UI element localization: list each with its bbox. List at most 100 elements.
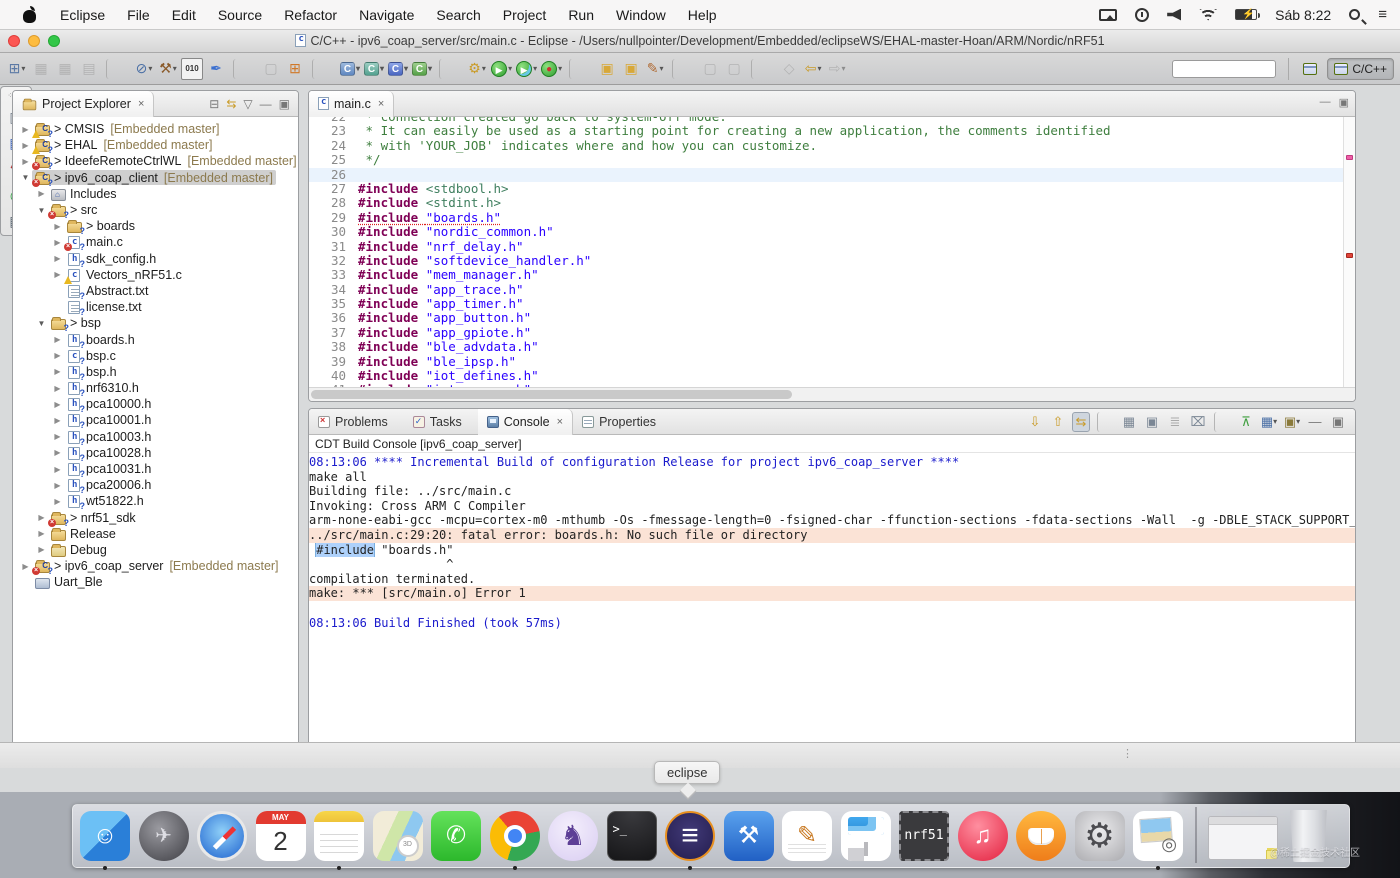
previous-annotation[interactable]: ▢ — [723, 58, 745, 80]
maximize-view[interactable]: ▣ — [1329, 412, 1347, 432]
textedit[interactable]: ✎ — [781, 810, 833, 862]
quick-access-input[interactable] — [1172, 59, 1277, 78]
menu-item[interactable]: Help — [677, 7, 728, 23]
notes[interactable] — [313, 810, 365, 870]
annotate[interactable]: ✎ — [644, 58, 666, 80]
menubar-clock[interactable]: Sáb 8:22 — [1275, 7, 1331, 23]
apple-menu-icon[interactable] — [22, 5, 37, 23]
notification-center-icon[interactable]: ≡ — [1378, 6, 1387, 23]
code-line[interactable]: 29 #include "boards.h" — [309, 210, 1355, 225]
menu-item[interactable]: Source — [207, 7, 273, 23]
splitter-grip[interactable]: ⋮ — [1122, 747, 1133, 760]
tree-expander[interactable] — [51, 270, 64, 279]
code-line[interactable]: 32 #include "softdevice_handler.h" — [309, 253, 1355, 268]
open-console[interactable]: ▣ — [1283, 412, 1301, 432]
open-resource[interactable]: ▣ — [620, 58, 642, 80]
tree-expander[interactable] — [19, 141, 32, 150]
forward[interactable]: ⇨ — [826, 58, 848, 80]
collapse-all[interactable]: ⊟ — [209, 97, 219, 111]
tree-expander[interactable] — [51, 367, 64, 376]
coverage[interactable]: ● — [540, 58, 563, 80]
link-with-editor[interactable]: ⇆ — [226, 97, 236, 111]
tab-tasks[interactable]: Tasks — [404, 409, 478, 435]
run[interactable]: ▶ — [490, 58, 513, 80]
battery-icon[interactable]: ⚡ — [1235, 9, 1261, 20]
previous-error[interactable]: ⇧ — [1049, 412, 1067, 432]
chrome[interactable] — [489, 810, 541, 870]
search[interactable]: ✒ — [205, 58, 227, 80]
code-line[interactable]: 40 #include "iot_defines.h" — [309, 368, 1355, 383]
spotlight-icon[interactable] — [1349, 9, 1361, 20]
xcode[interactable]: ⚒ — [723, 810, 775, 862]
sep[interactable] — [312, 58, 334, 79]
file-abstract-txt[interactable]: Abstract.txt — [13, 283, 298, 301]
window-titlebar[interactable]: C/C++ - ipv6_coap_server/src/main.c - Ec… — [0, 30, 1400, 53]
project-ehal[interactable]: > EHAL [Embedded master] — [13, 137, 298, 155]
minimize-view[interactable]: — — [260, 97, 272, 111]
new-wizard[interactable]: ⊞ — [6, 58, 28, 80]
folder-bsp[interactable]: > bsp — [13, 315, 298, 333]
word-wrap[interactable]: ≣ — [1166, 412, 1184, 432]
tree-expander[interactable] — [19, 562, 32, 571]
launchpad[interactable]: ✈ — [138, 810, 190, 862]
calendar[interactable]: MAY 2 — [255, 810, 307, 862]
keynote[interactable] — [840, 810, 892, 862]
sep[interactable] — [751, 58, 773, 79]
file-pca10031-h[interactable]: pca10031.h — [13, 461, 298, 479]
time-machine-icon[interactable] — [1135, 7, 1150, 22]
file-pca10028-h[interactable]: pca10028.h — [13, 445, 298, 463]
new-class[interactable]: C — [411, 58, 433, 80]
console-output[interactable]: 08:13:06 **** Incremental Build of confi… — [309, 453, 1355, 630]
tree-expander[interactable] — [35, 189, 48, 198]
code-line[interactable]: 30 #include "nordic_common.h" — [309, 224, 1355, 239]
file-sdk-config-h[interactable]: sdk_config.h — [13, 251, 298, 269]
project-uart-ble[interactable]: Uart_Ble — [13, 574, 298, 590]
folder-src[interactable]: > src — [13, 202, 298, 220]
export-build-log[interactable]: ▦ — [1120, 412, 1138, 432]
menu-item[interactable]: Eclipse — [49, 7, 116, 23]
menu-item[interactable]: Project — [492, 7, 558, 23]
sep[interactable] — [672, 58, 694, 79]
editor-tab-main-c[interactable]: main.c × — [309, 91, 395, 117]
project-explorer-tab[interactable]: Project Explorer × — [13, 91, 155, 117]
folder-nrf51-sdk[interactable]: > nrf51_sdk — [13, 510, 298, 528]
code-line[interactable]: 33 #include "mem_manager.h" — [309, 267, 1355, 282]
code-line[interactable]: 31 #include "nrf_delay.h" — [309, 239, 1355, 254]
nrf51-folder[interactable]: nrf51 — [898, 810, 950, 862]
close-tab-icon[interactable]: × — [378, 98, 384, 110]
minimized-window[interactable] — [1207, 810, 1279, 862]
dock-divider[interactable] — [1191, 806, 1201, 863]
file-pca10000-h[interactable]: pca10000.h — [13, 396, 298, 414]
volume-icon[interactable] — [1167, 8, 1182, 21]
file-pca20006-h[interactable]: pca20006.h — [13, 477, 298, 495]
display-selected-console[interactable]: ▦ — [1260, 412, 1278, 432]
tree-expander[interactable] — [19, 125, 32, 134]
view-menu[interactable]: ▽ — [243, 97, 252, 111]
tree-expander[interactable] — [35, 529, 48, 538]
tree-expander[interactable] — [51, 448, 64, 457]
tree-expander[interactable] — [35, 206, 48, 215]
sep[interactable] — [439, 58, 461, 79]
minimize-view[interactable]: — — [1306, 412, 1324, 432]
file-bsp-c[interactable]: bsp.c — [13, 348, 298, 366]
binary-build[interactable]: 010 — [181, 57, 203, 80]
folder-debug[interactable]: Debug — [13, 542, 298, 558]
tree-expander[interactable] — [51, 254, 64, 263]
preview[interactable]: ◎ — [1132, 810, 1184, 870]
profile[interactable]: ▶ — [515, 58, 538, 80]
ibooks[interactable] — [1015, 810, 1067, 862]
overview-ruler[interactable] — [1343, 117, 1355, 387]
folder-release[interactable]: Release — [13, 526, 298, 542]
menu-item[interactable]: File — [116, 7, 161, 23]
maps[interactable] — [372, 810, 424, 862]
tree-expander[interactable] — [51, 222, 64, 231]
tree-expander[interactable] — [19, 157, 32, 166]
minimize-editor-icon[interactable]: — — [1320, 96, 1331, 109]
code-line[interactable]: 37 #include "app_gpiote.h" — [309, 325, 1355, 340]
tree-expander[interactable] — [51, 400, 64, 409]
sep[interactable] — [1214, 411, 1232, 432]
file-main-c[interactable]: main.c — [13, 234, 298, 252]
new-connection[interactable]: ⊞ — [284, 58, 306, 80]
pin-console[interactable]: ⊼ — [1237, 412, 1255, 432]
tree-expander[interactable] — [35, 319, 48, 328]
